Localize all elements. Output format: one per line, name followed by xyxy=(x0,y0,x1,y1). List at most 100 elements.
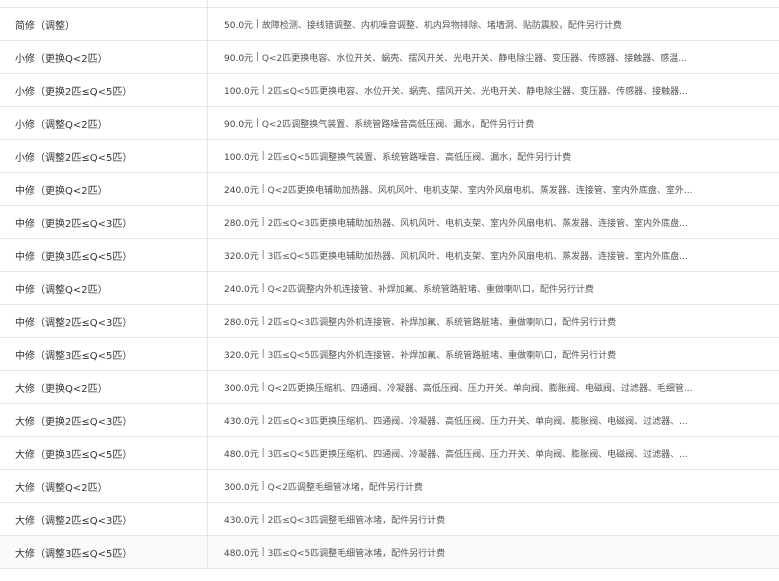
separator: | xyxy=(261,415,265,425)
service-price: 300.0元 xyxy=(224,383,259,394)
service-description: 90.0元 | Q<2匹调整换气装置、系统管路噪音高低压阀、漏水，配件另行计费 xyxy=(208,107,779,139)
service-detail: Q<2匹更换电容、水位开关、蜗壳、摆风开关、光电开关、静电除尘器、变压器、传感器… xyxy=(261,53,687,64)
service-name: 中修（更换Q<2匹） xyxy=(0,173,208,205)
service-description: 300.0元 | Q<2匹调整毛细管冰堵，配件另行计费 xyxy=(208,470,779,502)
service-name: 小修（调整Q<2匹） xyxy=(0,107,208,139)
service-detail: Q<2匹调整毛细管冰堵，配件另行计费 xyxy=(267,482,423,493)
service-price: 300.0元 xyxy=(224,482,259,493)
table-row: 大修（调整3匹≤Q<5匹） 480.0元 | 3匹≤Q<5匹调整毛细管冰堵，配件另… xyxy=(0,536,779,569)
service-price: 430.0元 xyxy=(224,515,259,526)
separator: | xyxy=(255,19,259,29)
service-name: 大修（更换Q<2匹） xyxy=(0,371,208,403)
service-detail: 2匹≤Q<3匹更换压缩机、四通阀、冷凝器、高低压阀、压力开关、单向阀、膨胀阀、电… xyxy=(267,416,688,427)
service-description: 280.0元 | 2匹≤Q<3匹更换电辅助加热器、风机风叶、电机支架、室内外风扇… xyxy=(208,206,779,238)
service-name: 大修（更换3匹≤Q<5匹） xyxy=(0,437,208,469)
table-row: 中修（更换Q<2匹） 240.0元 | Q<2匹更换电辅助加热器、风机风叶、电机支… xyxy=(0,173,779,206)
service-name: 小修（调整2匹≤Q<5匹） xyxy=(0,140,208,172)
separator: | xyxy=(261,85,265,95)
service-price: 240.0元 xyxy=(224,284,259,295)
price-table: 简修（更换）50.0元 | 更换滤网、光触媒网、面板、面框/出风框、智能终端盒+… xyxy=(0,0,779,569)
separator: | xyxy=(261,481,265,491)
separator: | xyxy=(261,382,265,392)
service-price: 100.0元 xyxy=(224,152,259,163)
service-detail: 2匹≤Q<3匹更换电辅助加热器、风机风叶、电机支架、室内外风扇电机、蒸发器、连接… xyxy=(267,218,688,229)
separator: | xyxy=(261,547,265,557)
service-description: 320.0元 | 3匹≤Q<5匹更换电辅助加热器、风机风叶、电机支架、室内外风扇… xyxy=(208,239,779,271)
service-price: 280.0元 xyxy=(224,218,259,229)
separator: | xyxy=(255,118,259,128)
service-price: 280.0元 xyxy=(224,317,259,328)
service-description: 280.0元 | 2匹≤Q<3匹调整内外机连接管、补焊加氟、系统管路脏堵、重做喇… xyxy=(208,305,779,337)
service-name: 大修（调整2匹≤Q<3匹） xyxy=(0,503,208,535)
service-price: 90.0元 xyxy=(224,119,254,130)
service-price: 320.0元 xyxy=(224,251,259,262)
service-description: 90.0元 | Q<2匹更换电容、水位开关、蜗壳、摆风开关、光电开关、静电除尘器… xyxy=(208,41,779,73)
service-description: 240.0元 | Q<2匹更换电辅助加热器、风机风叶、电机支架、室内外风扇电机、… xyxy=(208,173,779,205)
separator: | xyxy=(261,151,265,161)
service-detail: 2匹≤Q<5匹更换电容、水位开关、蜗壳、摆风开关、光电开关、静电除尘器、变压器、… xyxy=(267,86,688,97)
table-row: 中修（更换2匹≤Q<3匹） 280.0元 | 2匹≤Q<3匹更换电辅助加热器、风机… xyxy=(0,206,779,239)
service-price: 430.0元 xyxy=(224,416,259,427)
service-name: 简修（调整） xyxy=(0,8,208,40)
service-detail: 3匹≤Q<5匹更换压缩机、四通阀、冷凝器、高低压阀、压力开关、单向阀、膨胀阀、电… xyxy=(267,449,688,460)
service-description: 240.0元 | Q<2匹调整内外机连接管、补焊加氟、系统管路脏堵、重做喇叭口，… xyxy=(208,272,779,304)
service-detail: Q<2匹调整换气装置、系统管路噪音高低压阀、漏水，配件另行计费 xyxy=(261,119,535,130)
service-detail: 3匹≤Q<5匹更换电辅助加热器、风机风叶、电机支架、室内外风扇电机、蒸发器、连接… xyxy=(267,251,688,262)
service-description: 50.0元 | 更换滤网、光触媒网、面板、面框/出风框、智能终端盒+物联网模块、… xyxy=(208,0,779,7)
service-name: 大修（调整Q<2匹） xyxy=(0,470,208,502)
table-row: 中修（调整Q<2匹） 240.0元 | Q<2匹调整内外机连接管、补焊加氟、系统管… xyxy=(0,272,779,305)
table-row: 中修（更换3匹≤Q<5匹） 320.0元 | 3匹≤Q<5匹更换电辅助加热器、风机… xyxy=(0,239,779,272)
separator: | xyxy=(261,184,265,194)
service-detail: 3匹≤Q<5匹调整毛细管冰堵，配件另行计费 xyxy=(267,548,446,559)
service-description: 300.0元 | Q<2匹更换压缩机、四通阀、冷凝器、高低压阀、压力开关、单向阀… xyxy=(208,371,779,403)
service-description: 100.0元 | 2匹≤Q<5匹更换电容、水位开关、蜗壳、摆风开关、光电开关、静… xyxy=(208,74,779,106)
separator: | xyxy=(261,283,265,293)
service-name: 大修（调整3匹≤Q<5匹） xyxy=(0,536,208,568)
service-name: 大修（更换2匹≤Q<3匹） xyxy=(0,404,208,436)
table-row: 小修（调整Q<2匹） 90.0元 | Q<2匹调整换气装置、系统管路噪音高低压阀、… xyxy=(0,107,779,140)
service-price: 480.0元 xyxy=(224,449,259,460)
table-row: 小修（调整2匹≤Q<5匹） 100.0元 | 2匹≤Q<5匹调整换气装置、系统管路… xyxy=(0,140,779,173)
service-name: 中修（调整2匹≤Q<3匹） xyxy=(0,305,208,337)
service-name: 中修（调整Q<2匹） xyxy=(0,272,208,304)
service-name: 简修（更换） xyxy=(0,0,208,7)
separator: | xyxy=(261,349,265,359)
service-description: 320.0元 | 3匹≤Q<5匹调整内外机连接管、补焊加氟、系统管路脏堵、重做喇… xyxy=(208,338,779,370)
separator: | xyxy=(261,448,265,458)
service-description: 100.0元 | 2匹≤Q<5匹调整换气装置、系统管路噪音、高低压阀、漏水，配件… xyxy=(208,140,779,172)
separator: | xyxy=(261,316,265,326)
service-detail: 2匹≤Q<5匹调整换气装置、系统管路噪音、高低压阀、漏水，配件另行计费 xyxy=(267,152,572,163)
service-description: 480.0元 | 3匹≤Q<5匹更换压缩机、四通阀、冷凝器、高低压阀、压力开关、… xyxy=(208,437,779,469)
service-description: 430.0元 | 2匹≤Q<3匹更换压缩机、四通阀、冷凝器、高低压阀、压力开关、… xyxy=(208,404,779,436)
table-row: 小修（更换Q<2匹） 90.0元 | Q<2匹更换电容、水位开关、蜗壳、摆风开关、… xyxy=(0,41,779,74)
separator: | xyxy=(261,217,265,227)
service-name: 小修（更换2匹≤Q<5匹） xyxy=(0,74,208,106)
service-detail: Q<2匹更换压缩机、四通阀、冷凝器、高低压阀、压力开关、单向阀、膨胀阀、电磁阀、… xyxy=(267,383,693,394)
service-detail: 2匹≤Q<3匹调整内外机连接管、补焊加氟、系统管路脏堵、重做喇叭口，配件另行计费 xyxy=(267,317,617,328)
table-row: 大修（调整2匹≤Q<3匹） 430.0元 | 2匹≤Q<3匹调整毛细管冰堵，配件另… xyxy=(0,503,779,536)
service-detail: 2匹≤Q<3匹调整毛细管冰堵，配件另行计费 xyxy=(267,515,446,526)
service-name: 中修（更换2匹≤Q<3匹） xyxy=(0,206,208,238)
table-row: 大修（更换2匹≤Q<3匹） 430.0元 | 2匹≤Q<3匹更换压缩机、四通阀、冷… xyxy=(0,404,779,437)
service-price: 480.0元 xyxy=(224,548,259,559)
service-description: 430.0元 | 2匹≤Q<3匹调整毛细管冰堵，配件另行计费 xyxy=(208,503,779,535)
table-row: 大修（更换Q<2匹） 300.0元 | Q<2匹更换压缩机、四通阀、冷凝器、高低压… xyxy=(0,371,779,404)
service-description: 50.0元 | 故障检测、接线错调整、内机噪音调整、机内异物排除、堵墙洞、贴防震… xyxy=(208,8,779,40)
service-price: 240.0元 xyxy=(224,185,259,196)
table-row: 大修（更换3匹≤Q<5匹） 480.0元 | 3匹≤Q<5匹更换压缩机、四通阀、冷… xyxy=(0,437,779,470)
service-detail: Q<2匹更换电辅助加热器、风机风叶、电机支架、室内外风扇电机、蒸发器、连接管、室… xyxy=(267,185,693,196)
service-price: 100.0元 xyxy=(224,86,259,97)
table-row: 中修（调整2匹≤Q<3匹） 280.0元 | 2匹≤Q<3匹调整内外机连接管、补焊… xyxy=(0,305,779,338)
table-row: 简修（调整） 50.0元 | 故障检测、接线错调整、内机噪音调整、机内异物排除、堵… xyxy=(0,8,779,41)
service-detail: Q<2匹调整内外机连接管、补焊加氟、系统管路脏堵、重做喇叭口，配件另行计费 xyxy=(267,284,594,295)
separator: | xyxy=(255,52,259,62)
separator: | xyxy=(261,250,265,260)
service-name: 中修（更换3匹≤Q<5匹） xyxy=(0,239,208,271)
separator: | xyxy=(261,514,265,524)
service-price: 320.0元 xyxy=(224,350,259,361)
service-price: 90.0元 xyxy=(224,53,254,64)
table-row: 大修（调整Q<2匹） 300.0元 | Q<2匹调整毛细管冰堵，配件另行计费 xyxy=(0,470,779,503)
service-detail: 3匹≤Q<5匹调整内外机连接管、补焊加氟、系统管路脏堵、重做喇叭口，配件另行计费 xyxy=(267,350,617,361)
table-row: 小修（更换2匹≤Q<5匹） 100.0元 | 2匹≤Q<5匹更换电容、水位开关、蜗… xyxy=(0,74,779,107)
table-row: 简修（更换）50.0元 | 更换滤网、光触媒网、面板、面框/出风框、智能终端盒+… xyxy=(0,0,779,8)
